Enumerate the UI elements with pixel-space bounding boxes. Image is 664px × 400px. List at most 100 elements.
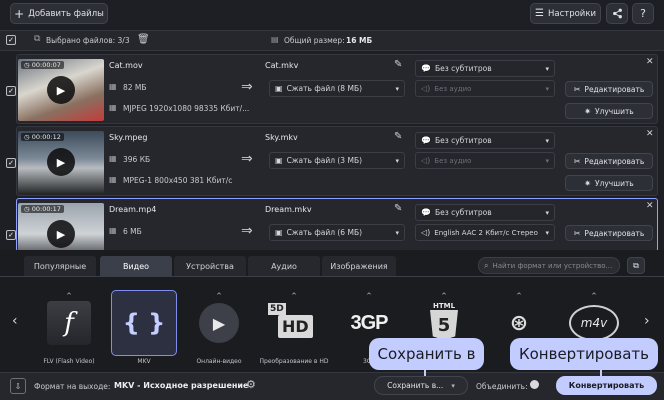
trash-icon[interactable]: 🗑 — [137, 34, 150, 45]
tab-0[interactable]: Популярные — [24, 256, 96, 276]
output-file-name[interactable]: Dream.mkv — [265, 205, 312, 214]
plus-icon: + — [14, 6, 25, 21]
help-button[interactable]: ? — [632, 3, 654, 24]
tab-4[interactable]: Изображения — [322, 256, 396, 276]
output-format-value: MKV - Исходное разрешение — [114, 381, 249, 390]
format-tile[interactable]: 5D HD — [261, 290, 327, 356]
hd-icon: 5D HD — [268, 303, 320, 343]
format-tile[interactable]: { } — [111, 290, 177, 356]
play-icon[interactable]: ▶ — [47, 76, 75, 104]
file-size: 82 МБ — [123, 83, 147, 92]
disk-icon: ▤ — [271, 35, 279, 44]
settings-button[interactable]: ☰ Настройки — [530, 3, 601, 24]
output-file-name[interactable]: Sky.mkv — [265, 133, 298, 142]
rename-pencil-icon[interactable]: ✎ — [394, 131, 402, 142]
remove-file-icon[interactable]: ✕ — [646, 57, 654, 67]
scissors-icon: ✂ — [573, 84, 581, 94]
rename-pencil-icon[interactable]: ✎ — [394, 203, 402, 214]
tab-1[interactable]: Видео — [100, 256, 172, 276]
output-folder-icon[interactable]: ⇩ — [10, 378, 26, 394]
edit-button[interactable]: ✂ Редактировать — [565, 81, 653, 97]
video-codec-icon: ▦ — [109, 175, 117, 184]
share-icon — [612, 8, 622, 19]
presets-button[interactable]: ⧉ — [627, 257, 645, 274]
convert-arrow-icon: ⇒ — [241, 151, 253, 167]
remove-file-icon[interactable]: ✕ — [646, 201, 654, 211]
subtitles-label: Без субтитров — [434, 64, 492, 73]
audio-dropdown[interactable]: ◁) English AAC 2 Кбит/с Стерео ▾ — [415, 224, 555, 241]
file-size: 396 КБ — [123, 155, 151, 164]
file-checkbox[interactable]: ✓ — [6, 230, 16, 240]
help-icon: ? — [640, 7, 646, 20]
subtitles-dropdown[interactable]: 💬 Без субтитров ▾ — [415, 132, 555, 149]
convert-arrow-icon: ⇒ — [241, 79, 253, 95]
edit-button[interactable]: ✂ Редактировать — [565, 225, 653, 241]
audio-dropdown[interactable]: ◁) Без аудио ▾ — [415, 152, 555, 169]
format-tile[interactable]: ▶ — [186, 290, 252, 356]
convert-button[interactable]: Конвертировать — [556, 376, 657, 395]
play-icon[interactable]: ▶ — [47, 148, 75, 176]
compress-icon: ▣ — [275, 84, 283, 93]
format-tabs-underline — [0, 276, 664, 277]
play-icon[interactable]: ▶ — [47, 220, 75, 248]
remove-file-icon[interactable]: ✕ — [646, 129, 654, 139]
compress-dropdown[interactable]: ▣ Сжать файл (8 МБ) ▾ — [269, 80, 405, 97]
file-checkbox[interactable]: ✓ — [6, 86, 16, 96]
enhance-icon: ✷ — [584, 178, 591, 188]
save-to-tooltip-pointer — [424, 368, 426, 376]
format-label: MKV — [137, 358, 151, 365]
enhance-icon: ✷ — [584, 106, 591, 116]
save-to-button[interactable]: Сохранить в... ▾ — [374, 376, 468, 395]
play-icon: ▶ — [199, 303, 239, 343]
audio-dropdown[interactable]: ◁) Без аудио ▾ — [415, 80, 555, 97]
file-name: Dream.mp4 — [109, 205, 157, 214]
edit-label: Редактировать — [584, 228, 645, 238]
add-files-button[interactable]: + Добавить файлы — [10, 3, 108, 24]
enhance-button[interactable]: ✷ Улучшить — [565, 175, 653, 191]
chevron-down-icon: ▾ — [395, 228, 399, 237]
format-search-input[interactable]: ⌕ Найти формат или устройство... — [478, 257, 620, 274]
tab-2[interactable]: Устройства — [174, 256, 246, 276]
save-to-tooltip-text: Сохранить в — [377, 345, 476, 363]
edit-button[interactable]: ✂ Редактировать — [565, 153, 653, 169]
total-size-label: Общий размер: — [284, 36, 345, 45]
convert-tooltip-pointer — [600, 368, 602, 376]
output-file-name[interactable]: Cat.mkv — [265, 61, 298, 70]
compress-dropdown[interactable]: ▣ Сжать файл (3 МБ) ▾ — [269, 152, 405, 169]
file-row[interactable]: ◷ 00:00:12 ▶ Sky.mpeg ▦ 396 КБ ▦ MPEG-1 … — [16, 126, 658, 196]
select-all-checkbox[interactable]: ✓ — [6, 35, 16, 45]
film-icon: ▦ — [109, 226, 117, 235]
enhance-button[interactable]: ✷ Улучшить — [565, 103, 653, 119]
save-to-tooltip: Сохранить в — [369, 338, 484, 370]
scroll-right-arrow[interactable]: › — [644, 313, 650, 329]
format-label: Онлайн-видео — [196, 358, 242, 365]
output-settings-icon[interactable]: ⚙ — [246, 378, 256, 391]
share-button[interactable] — [606, 3, 628, 24]
video-thumbnail[interactable]: ◷ 00:00:12 ▶ — [18, 131, 104, 193]
video-thumbnail[interactable]: ◷ 00:00:07 ▶ — [18, 59, 104, 121]
subtitles-dropdown[interactable]: 💬 Без субтитров ▾ — [415, 60, 555, 77]
audio-icon: ◁) — [421, 156, 431, 165]
settings-icon: ☰ — [535, 8, 544, 19]
convert-arrow-icon: ⇒ — [241, 223, 253, 239]
merge-toggle[interactable] — [530, 380, 539, 389]
compress-dropdown[interactable]: ▣ Сжать файл (6 МБ) ▾ — [269, 224, 405, 241]
output-format-label: Формат на выходе: — [34, 382, 111, 391]
file-row[interactable]: ◷ 00:00:07 ▶ Cat.mov ▦ 82 МБ ▦ MJPEG 192… — [16, 54, 658, 124]
settings-label: Настройки — [547, 8, 596, 19]
enhance-label: Улучшить — [594, 178, 634, 188]
chevron-down-icon: ▾ — [545, 156, 549, 165]
film-icon: ▦ — [109, 82, 117, 91]
tab-3[interactable]: Аудио — [248, 256, 320, 276]
subtitles-dropdown[interactable]: 💬 Без субтитров ▾ — [415, 204, 555, 221]
rename-pencil-icon[interactable]: ✎ — [394, 59, 402, 70]
duration-badge: ◷ 00:00:17 — [21, 205, 64, 213]
chevron-down-icon: ▾ — [545, 64, 549, 73]
format-label: Преобразование в HD — [259, 358, 329, 365]
format-tile[interactable]: f — [36, 290, 102, 356]
search-icon: ⌕ — [484, 260, 489, 270]
search-placeholder: Найти формат или устройство... — [492, 261, 613, 270]
scroll-left-arrow[interactable]: ‹ — [12, 313, 18, 329]
total-size-value: 16 МБ — [346, 36, 373, 45]
file-checkbox[interactable]: ✓ — [6, 158, 16, 168]
